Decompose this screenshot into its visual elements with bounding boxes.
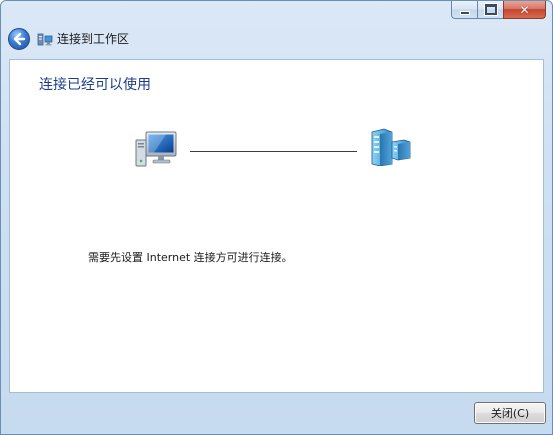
- window-close-button[interactable]: ✕: [503, 1, 546, 19]
- close-icon: ✕: [519, 2, 530, 17]
- network-connection-icon: [37, 33, 53, 46]
- minimize-icon: [459, 10, 470, 15]
- server-icon: [371, 128, 411, 166]
- connection-line: [190, 151, 357, 152]
- minimize-button[interactable]: [451, 1, 477, 19]
- dialog-header: 连接到工作区: [1, 23, 552, 57]
- back-arrow-icon: [13, 32, 26, 46]
- computer-icon: [135, 131, 177, 167]
- back-button[interactable]: [8, 28, 30, 50]
- maximize-button[interactable]: [477, 1, 503, 19]
- close-button[interactable]: 关闭(C): [474, 402, 546, 424]
- content-panel: 连接已经可以使用 需要先设置 Internet 连接方可进行连接。: [9, 59, 544, 393]
- dialog-footer: 关闭(C): [1, 393, 552, 434]
- window-title: 连接到工作区: [57, 32, 130, 46]
- dialog-window: ✕ 连接到工作区 连接已经可以使用 需要先设置 Internet 连接方可进行连…: [0, 0, 553, 435]
- status-message: 需要先设置 Internet 连接方可进行连接。: [88, 251, 293, 264]
- page-heading: 连接已经可以使用: [39, 77, 151, 93]
- caption-buttons: ✕: [451, 1, 546, 19]
- maximize-icon: [483, 3, 498, 16]
